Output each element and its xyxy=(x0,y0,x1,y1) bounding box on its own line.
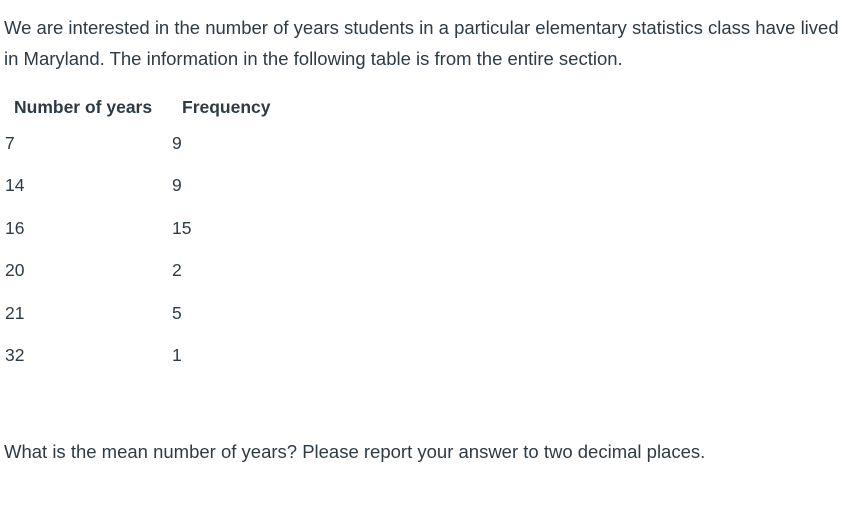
problem-intro: We are interested in the number of years… xyxy=(4,17,839,69)
table-row: 7 9 xyxy=(4,122,281,165)
table-row: 32 1 xyxy=(4,335,281,378)
question-text: What is the mean number of years? Please… xyxy=(4,441,706,462)
table-row: 20 2 xyxy=(4,250,281,293)
header-frequency: Frequency xyxy=(182,96,271,117)
table-row: 16 15 xyxy=(4,207,281,250)
frequency-table: Number of years Frequency 7 9 14 9 16 15… xyxy=(4,92,281,377)
years-cell: 16 xyxy=(5,217,25,238)
years-cell: 14 xyxy=(5,175,25,196)
table-header-row: Number of years Frequency xyxy=(4,92,281,122)
frequency-cell: 1 xyxy=(172,345,182,366)
frequency-cell: 2 xyxy=(172,260,182,281)
frequency-cell: 9 xyxy=(172,132,182,153)
years-cell: 7 xyxy=(5,132,15,153)
frequency-cell: 9 xyxy=(172,175,182,196)
frequency-cell: 5 xyxy=(172,302,182,323)
years-cell: 20 xyxy=(5,260,25,281)
table-row: 14 9 xyxy=(4,165,281,208)
header-number-of-years: Number of years xyxy=(14,96,153,117)
years-cell: 32 xyxy=(5,345,25,366)
years-cell: 21 xyxy=(5,302,25,323)
table-row: 21 5 xyxy=(4,292,281,335)
frequency-cell: 15 xyxy=(172,217,192,238)
